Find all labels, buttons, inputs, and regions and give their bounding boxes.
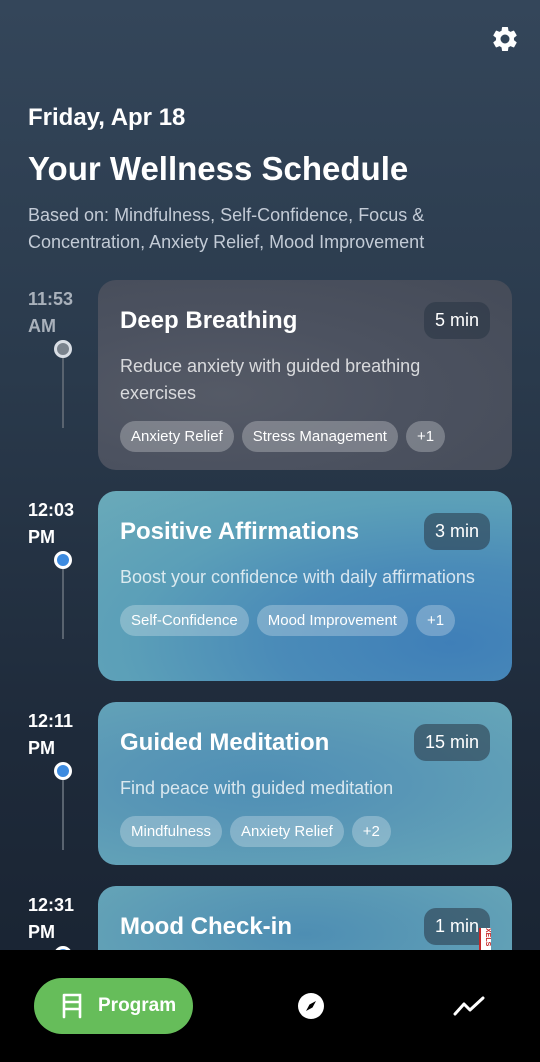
card-description: Reduce anxiety with guided breathing exe… bbox=[120, 356, 421, 403]
time-period: PM bbox=[28, 738, 55, 758]
tag: Anxiety Relief bbox=[120, 421, 234, 452]
nav-progress-button[interactable] bbox=[453, 992, 485, 1025]
timeline-line bbox=[62, 358, 64, 428]
trending-icon bbox=[453, 996, 485, 1016]
tag: Stress Management bbox=[241, 421, 398, 452]
timeline-line bbox=[62, 569, 64, 639]
nav-program-button[interactable]: Program bbox=[34, 978, 193, 1034]
activity-card[interactable]: Guided Meditation 15 min Find peace with… bbox=[98, 702, 512, 865]
timeline-dot-active bbox=[54, 762, 72, 780]
tag-list: Anxiety Relief Stress Management +1 bbox=[120, 421, 490, 452]
card-description: Boost your confidence with daily affirma… bbox=[120, 567, 475, 587]
activity-card[interactable]: Positive Affirmations 3 min Boost your c… bbox=[98, 491, 512, 681]
card-description: Find peace with guided meditation bbox=[120, 778, 394, 798]
gear-icon bbox=[493, 26, 517, 51]
duration-badge: 3 min bbox=[423, 513, 490, 550]
settings-button[interactable] bbox=[488, 22, 522, 56]
card-title: Deep Breathing bbox=[120, 306, 298, 334]
entry-time: 12:31 PM bbox=[28, 892, 98, 946]
tag: Anxiety Relief bbox=[230, 816, 344, 847]
tag: Self-Confidence bbox=[120, 605, 249, 636]
time-value: 12:31 bbox=[28, 895, 75, 915]
activity-card[interactable]: Deep Breathing 5 min Reduce anxiety with… bbox=[98, 280, 512, 470]
nav-program-label: Program bbox=[98, 995, 177, 1016]
tag-list: Mindfulness Anxiety Relief +2 bbox=[120, 816, 490, 847]
schedule-timeline: 11:53 AM Deep Breathing 5 min Reduce anx… bbox=[0, 280, 540, 950]
card-title: Positive Affirmations bbox=[120, 517, 360, 545]
duration-badge: 15 min bbox=[413, 724, 490, 761]
date-label: Friday, Apr 18 bbox=[28, 104, 186, 131]
tag-more: +1 bbox=[415, 605, 456, 636]
header: Friday, Apr 18 Your Wellness Schedule Ba… bbox=[28, 104, 512, 256]
timeline-dot-active bbox=[54, 551, 72, 569]
based-on-text: Based on: Mindfulness, Self-Confidence, … bbox=[28, 205, 425, 252]
card-title: Guided Meditation bbox=[120, 728, 330, 756]
tag-more: +2 bbox=[351, 816, 391, 847]
tag: Mindfulness bbox=[120, 816, 223, 847]
timeline-dot bbox=[54, 340, 72, 358]
time-value: 12:11 bbox=[28, 711, 74, 731]
page-title: Your Wellness Schedule bbox=[28, 150, 409, 187]
card-title: Mood Check-in bbox=[120, 912, 292, 940]
time-value: 11:53 bbox=[28, 289, 74, 309]
time-period: PM bbox=[28, 527, 55, 547]
program-icon bbox=[62, 993, 82, 1019]
time-value: 12:03 bbox=[28, 500, 75, 520]
nav-explore-button[interactable] bbox=[297, 992, 325, 1025]
tag: Mood Improvement bbox=[256, 605, 408, 636]
compass-icon bbox=[298, 993, 324, 1019]
time-period: PM bbox=[28, 922, 55, 942]
timeline-line bbox=[62, 780, 64, 850]
bottom-nav: Program bbox=[0, 950, 540, 1062]
entry-time: 12:11 PM bbox=[28, 708, 98, 762]
entry-time: 12:03 PM bbox=[28, 497, 98, 551]
tag-list: Self-Confidence Mood Improvement +1 bbox=[120, 605, 490, 636]
entry-time: 11:53 AM bbox=[28, 286, 98, 340]
tag-more: +1 bbox=[405, 421, 446, 452]
time-period: AM bbox=[28, 316, 56, 336]
activity-card[interactable]: Mood Check-in 1 min bbox=[98, 886, 512, 950]
duration-badge: 5 min bbox=[423, 302, 490, 339]
ad-label: XELS bbox=[479, 928, 491, 950]
